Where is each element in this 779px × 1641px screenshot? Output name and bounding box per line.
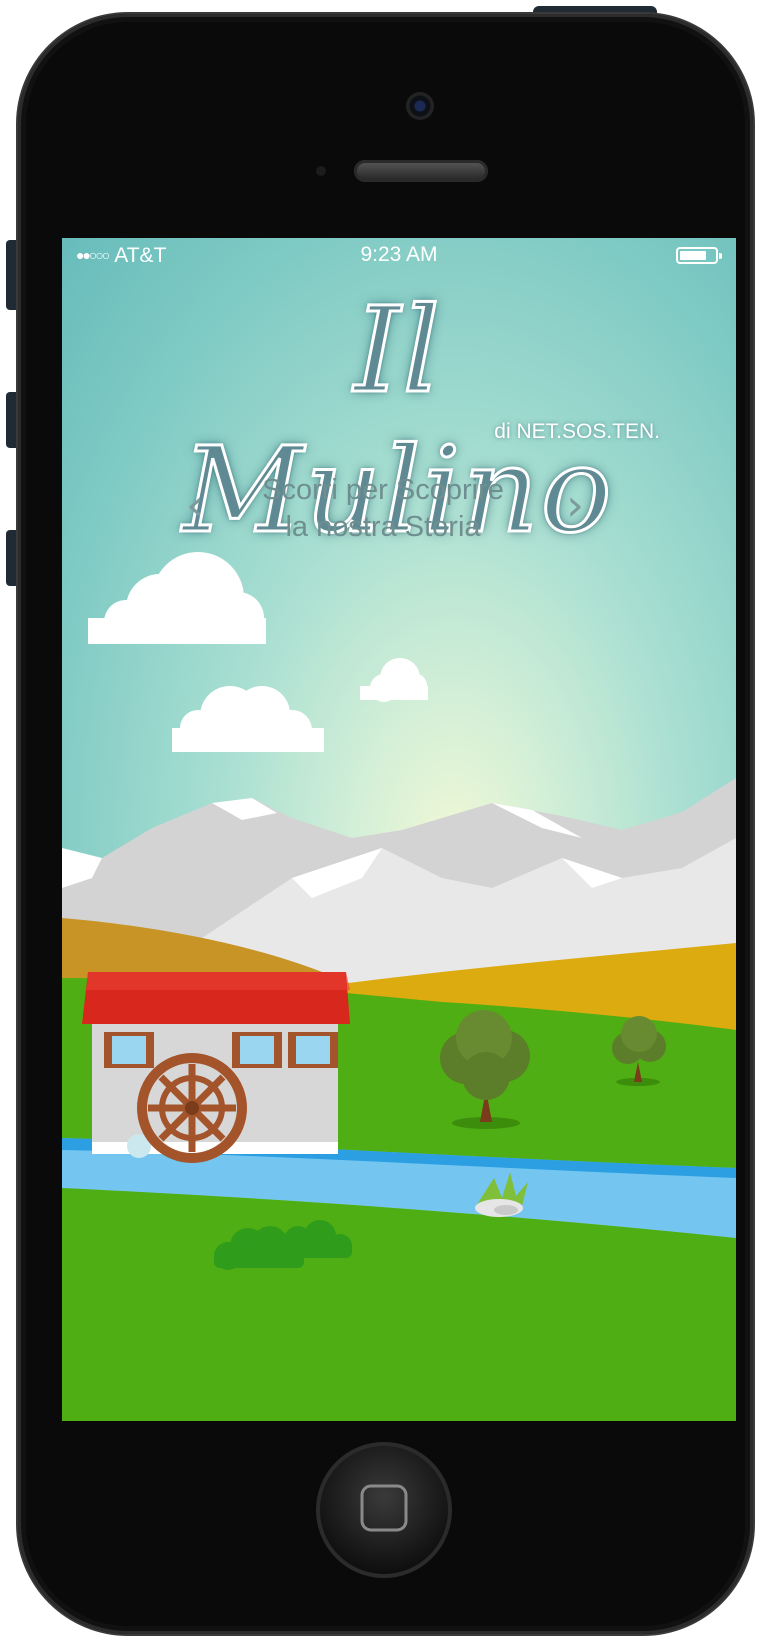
chevron-left-icon[interactable]: ‹	[177, 482, 213, 530]
swipe-prompt-line1: Scorri per Scoprire	[262, 474, 504, 506]
status-time: 9:23 AM	[360, 243, 438, 266]
proximity-sensor	[316, 166, 326, 176]
app-subtitle: di NET.SOS.TEN.	[494, 420, 660, 443]
clouds	[88, 552, 428, 752]
cloud-small	[360, 658, 428, 702]
cloud-large	[88, 552, 266, 644]
cloud-medium	[172, 686, 324, 752]
swipe-prompt: Scorri per Scoprire la nostra Storia	[212, 472, 554, 546]
mill-wheel	[137, 1053, 247, 1163]
earpiece-speaker	[354, 160, 488, 182]
home-button[interactable]	[314, 1440, 454, 1580]
chevron-right-icon[interactable]: ›	[557, 482, 593, 530]
status-bar: ●●○○○ AT&T 9:23 AM	[62, 238, 736, 272]
battery-icon	[676, 247, 722, 264]
water-mill	[82, 972, 350, 1163]
app-screen[interactable]: ●●○○○ AT&T 9:23 AM Il Mulino di NET.SOS.T…	[62, 238, 736, 1421]
front-camera	[406, 92, 434, 120]
swipe-prompt-line2: la nostra Storia	[285, 511, 481, 543]
